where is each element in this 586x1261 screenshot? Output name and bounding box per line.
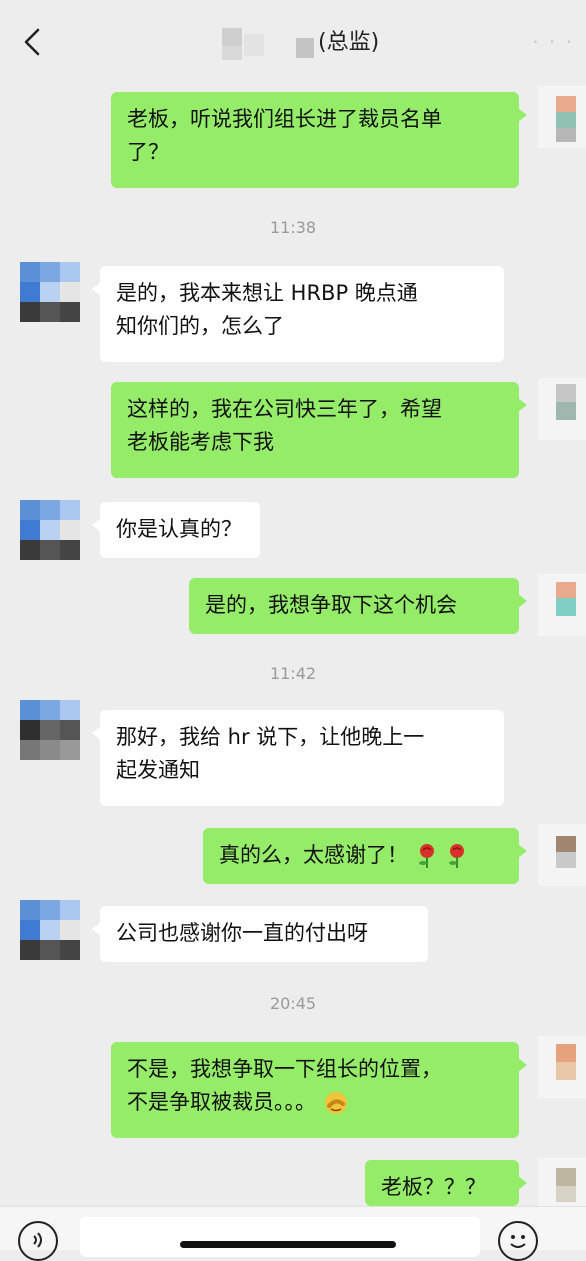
my-avatar[interactable] (538, 378, 586, 440)
timestamp: 11:42 (269, 664, 317, 683)
facepalm-emoji (324, 1092, 347, 1114)
chat-title: (总监) (318, 30, 380, 55)
my-avatar[interactable] (538, 824, 586, 886)
blurred-name (222, 24, 318, 62)
my-avatar[interactable] (538, 1036, 586, 1098)
message-bubble-sent: 老板？？？ (365, 1160, 527, 1206)
contact-avatar[interactable] (20, 500, 80, 560)
home-indicator (180, 1241, 396, 1248)
contact-avatar[interactable] (20, 700, 80, 760)
message-bubble-sent: 不是，我想争取一下组长的位置， 不是争取被裁员。。。 (111, 1042, 527, 1138)
message-bubble-sent: 老板，听说我们组长进了裁员名单 了？ (111, 92, 527, 188)
timestamp: 20:45 (269, 994, 317, 1013)
my-avatar[interactable] (538, 574, 586, 636)
voice-icon[interactable] (18, 1221, 58, 1261)
chevron-left-icon[interactable] (14, 22, 50, 62)
chat-header: (总监) · · · (0, 0, 586, 84)
my-avatar[interactable] (538, 86, 586, 148)
input-bar (0, 1206, 586, 1261)
rose-emoji (418, 844, 434, 868)
contact-avatar[interactable] (20, 900, 80, 960)
message-bubble-received: 你是认真的？ (92, 502, 260, 558)
smile-icon[interactable] (498, 1221, 538, 1261)
timestamp: 11:38 (269, 218, 317, 237)
message-bubble-sent: 是的，我想争取下这个机会 (189, 578, 527, 634)
message-bubble-sent: 这样的，我在公司快三年了，希望 老板能考虑下我 (111, 382, 527, 478)
contact-avatar[interactable] (20, 262, 80, 322)
my-avatar[interactable] (538, 1158, 586, 1206)
more-dots-icon[interactable]: · · · (532, 30, 574, 54)
message-bubble-received: 那好，我给 hr 说下，让他晚上一 起发通知 (92, 710, 504, 806)
message-bubble-received: 公司也感谢你一直的付出呀 (92, 906, 428, 962)
message-bubble-received: 是的，我本来想让 HRBP 晚点通 知你们的，怎么了 (92, 266, 504, 362)
message-bubble-sent: 真的么，太感谢了！ (203, 828, 527, 884)
rose-emoji (449, 844, 465, 868)
message-input[interactable] (80, 1217, 480, 1257)
